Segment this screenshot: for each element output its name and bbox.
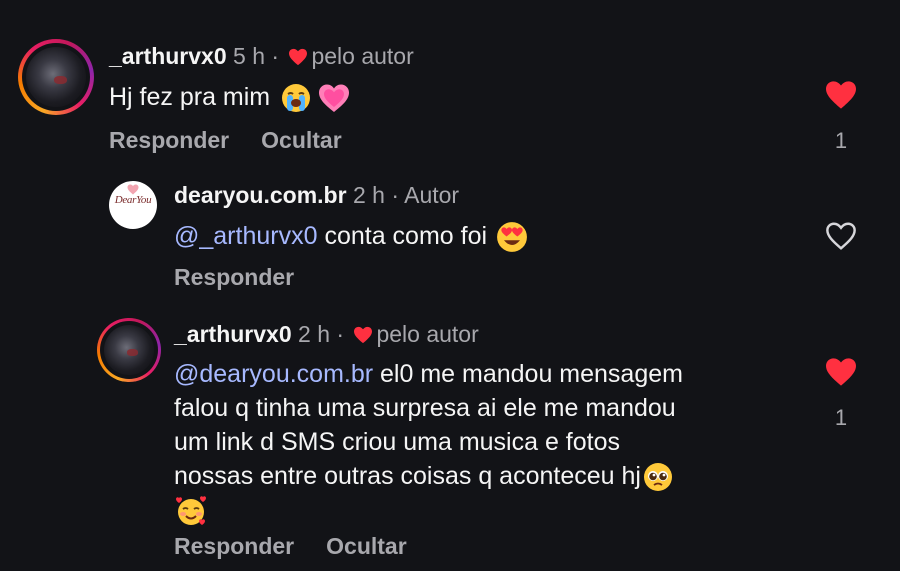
timestamp: 2 h — [352, 182, 385, 208]
timestamp: 5 h — [233, 43, 265, 69]
growing-heart-emoji — [319, 84, 350, 113]
username[interactable]: _arthurvx0 — [109, 43, 227, 69]
comment-text-content: conta como foi — [324, 222, 488, 250]
comment-text: @dearyou.com.br el0 me mandou mensagem f… — [174, 357, 683, 528]
comment-actions: Responder Ocultar — [174, 533, 439, 560]
comment-text: @_arthurvx0 conta como foi — [174, 219, 528, 253]
liked-by-author-label: pelo autor — [311, 43, 414, 69]
username[interactable]: _arthurvx0 — [174, 321, 292, 347]
pleading-face-emoji — [643, 463, 672, 492]
comment-actions: Responder Ocultar — [109, 127, 374, 154]
heart-icon — [354, 326, 373, 344]
liked-by-author-label: pelo autor — [376, 321, 479, 347]
comment-text-content: nossas entre outras coisas q aconteceu h… — [174, 462, 641, 490]
loudly-crying-face-emoji — [282, 84, 311, 113]
timestamp: 2 h — [298, 321, 330, 347]
smiling-face-with-heart-eyes-emoji — [497, 222, 527, 253]
heart-icon — [289, 48, 308, 66]
smiling-face-with-hearts-emoji — [176, 496, 206, 526]
comment-line: @dearyou.com.br el0 me mandou mensagem — [174, 357, 683, 391]
avatar[interactable]: DearYou — [109, 181, 157, 229]
comment-text: Hj fez pra mim — [109, 80, 350, 114]
separator: · — [271, 43, 280, 69]
hide-button[interactable]: Ocultar — [326, 533, 407, 559]
comment-line — [174, 493, 683, 528]
like-count: 1 — [834, 128, 848, 153]
separator: · — [391, 182, 399, 208]
reply-button[interactable]: Responder — [174, 533, 294, 559]
reply-button[interactable]: Responder — [174, 264, 294, 290]
comment-header: _arthurvx0 5 h · pelo autor — [109, 42, 414, 70]
avatar[interactable] — [18, 39, 94, 115]
comment-header: dearyou.com.br 2 h · Autor — [174, 181, 459, 209]
hide-button[interactable]: Ocultar — [261, 127, 342, 153]
comment-text-content: Hj fez pra mim — [109, 83, 271, 111]
separator: · — [336, 321, 345, 347]
comment-line: um link d SMS criou uma musica e fotos — [174, 428, 620, 456]
mention-link[interactable]: @dearyou.com.br — [174, 360, 373, 388]
avatar[interactable] — [97, 318, 161, 382]
username[interactable]: dearyou.com.br — [174, 182, 347, 208]
mention-link[interactable]: @_arthurvx0 — [174, 222, 318, 250]
heart-icon[interactable] — [824, 80, 858, 110]
reply-button[interactable]: Responder — [109, 127, 229, 153]
author-label: Autor — [404, 182, 460, 208]
comment-line: nossas entre outras coisas q aconteceu h… — [174, 459, 683, 493]
brand-logo-text: DearYou — [114, 194, 152, 206]
like-count: 1 — [834, 405, 848, 430]
comment-actions: Responder — [174, 264, 326, 291]
comment-text-content: el0 me mandou mensagem — [380, 360, 683, 388]
comment-line: falou q tinha uma surpresa ai ele me man… — [174, 394, 676, 422]
comment-header: _arthurvx0 2 h · pelo autor — [174, 320, 479, 348]
heart-outline-icon[interactable] — [824, 221, 858, 251]
heart-icon[interactable] — [824, 357, 858, 387]
